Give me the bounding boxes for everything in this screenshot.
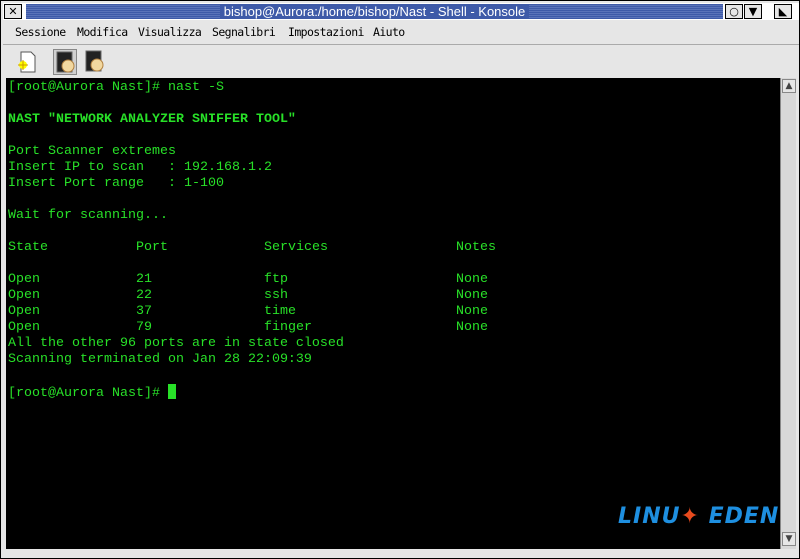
shell-session-icon[interactable] bbox=[53, 49, 77, 75]
output-line: Wait for scanning... bbox=[8, 208, 168, 223]
scrollbar[interactable]: ▲ ▼ bbox=[780, 78, 796, 549]
menu-bar: Sessione Modifica Visualizza Segnalibri … bbox=[3, 21, 799, 45]
menu-impostazioni[interactable]: Impostazioni bbox=[288, 25, 364, 39]
menu-modifica[interactable]: Modifica bbox=[77, 25, 128, 39]
table-cell: Open bbox=[8, 320, 40, 335]
table-header: Services bbox=[264, 240, 328, 255]
table-cell: None bbox=[456, 288, 488, 303]
table-cell: ssh bbox=[264, 288, 288, 303]
table-cell: Open bbox=[8, 304, 40, 319]
close-button[interactable]: ✕ bbox=[4, 4, 22, 19]
table-header: Notes bbox=[456, 240, 496, 255]
table-cell: 79 bbox=[136, 320, 152, 335]
konsole-window: ✕ bishop@Aurora:/home/bishop/Nast - Shel… bbox=[0, 0, 800, 559]
output-line: Scanning terminated on Jan 28 22:09:39 bbox=[8, 352, 312, 367]
output-line: NAST "NETWORK ANALYZER SNIFFER TOOL" bbox=[8, 112, 296, 127]
table-header: State bbox=[8, 240, 48, 255]
maximize-button[interactable]: ◣ bbox=[774, 4, 792, 19]
menu-segnalibri[interactable]: Segnalibri bbox=[212, 25, 276, 39]
output-line: Insert IP to scan : 192.168.1.2 bbox=[8, 160, 272, 175]
table-cell: None bbox=[456, 272, 488, 287]
table-cell: Open bbox=[8, 288, 40, 303]
table-cell: 37 bbox=[136, 304, 152, 319]
table-cell: 22 bbox=[136, 288, 152, 303]
scroll-up-arrow[interactable]: ▲ bbox=[782, 79, 796, 93]
table-cell: Open bbox=[8, 272, 40, 287]
scroll-down-arrow[interactable]: ▼ bbox=[782, 532, 796, 546]
menu-visualizza[interactable]: Visualizza bbox=[138, 25, 202, 39]
prompt-line: [root@Aurora Nast]# bbox=[8, 384, 176, 401]
linuxeden-watermark-logo: LINU✦ EDEN bbox=[618, 504, 780, 529]
table-cell: None bbox=[456, 304, 488, 319]
table-cell: finger bbox=[264, 320, 312, 335]
title-bar: ✕ bishop@Aurora:/home/bishop/Nast - Shel… bbox=[3, 3, 799, 20]
terminal-output[interactable]: [root@Aurora Nast]# nast -S NAST "NETWORK… bbox=[6, 78, 780, 549]
window-title: bishop@Aurora:/home/bishop/Nast - Shell … bbox=[219, 4, 530, 19]
toolbar bbox=[3, 46, 799, 77]
menu-aiuto[interactable]: Aiuto bbox=[373, 25, 405, 39]
title-strip[interactable]: bishop@Aurora:/home/bishop/Nast - Shell … bbox=[26, 4, 723, 19]
prompt-line: [root@Aurora Nast]# nast -S bbox=[8, 80, 224, 95]
output-line: Insert Port range : 1-100 bbox=[8, 176, 224, 191]
menu-sessione[interactable]: Sessione bbox=[15, 25, 66, 39]
table-header: Port bbox=[136, 240, 168, 255]
table-cell: 21 bbox=[136, 272, 152, 287]
table-cell: None bbox=[456, 320, 488, 335]
output-line: Port Scanner extremes bbox=[8, 144, 176, 159]
table-cell: ftp bbox=[264, 272, 288, 287]
cursor bbox=[167, 384, 176, 399]
sticky-button[interactable]: ○ bbox=[725, 4, 743, 19]
output-line: All the other 96 ports are in state clos… bbox=[8, 336, 344, 351]
shell-session-icon[interactable] bbox=[83, 49, 107, 75]
new-session-icon[interactable] bbox=[15, 49, 39, 75]
table-cell: time bbox=[264, 304, 296, 319]
minimize-button[interactable]: ▼ bbox=[744, 4, 762, 19]
